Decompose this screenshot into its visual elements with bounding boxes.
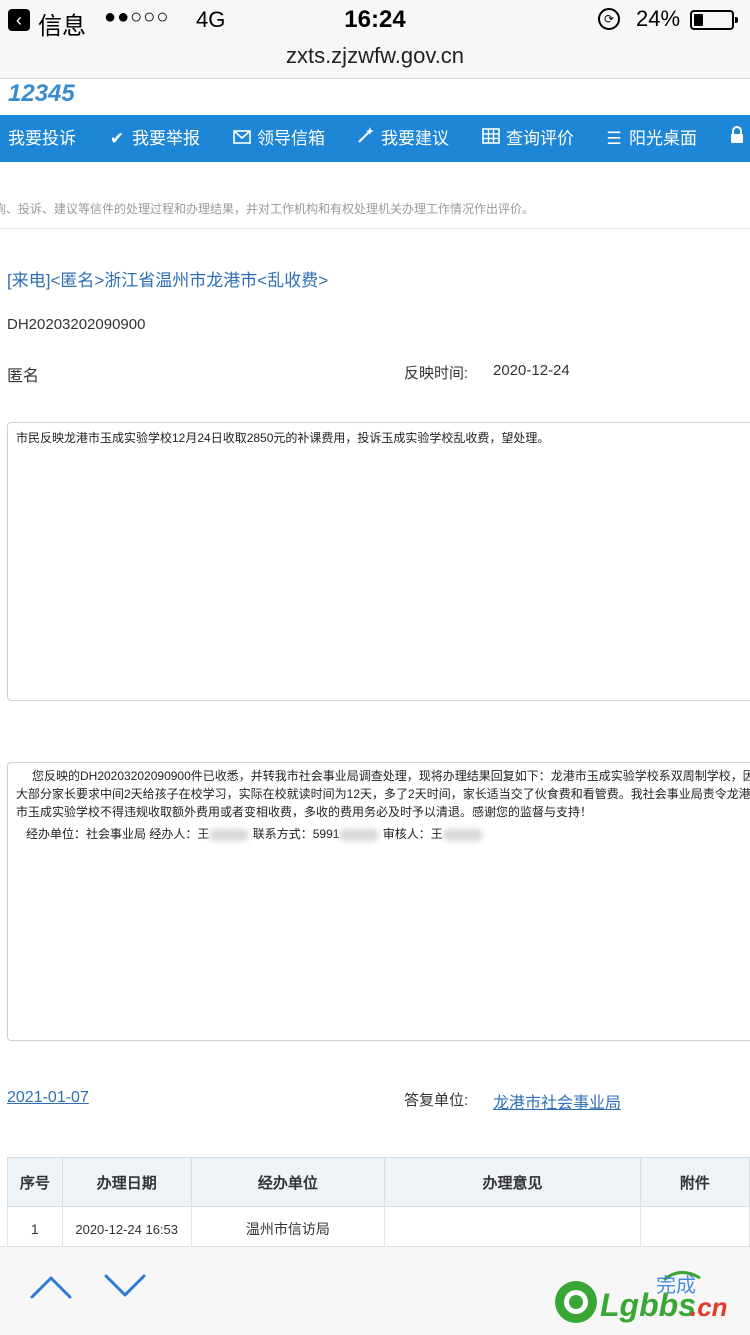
table-header-row: 序号 办理日期 经办单位 办理意见 附件 xyxy=(7,1157,750,1207)
status-bar: ‹ 信息 ●●○○○ 4G 16:24 ⟳ 24% xyxy=(0,0,750,40)
wand-icon xyxy=(355,115,377,162)
report-time-value: 2020-12-24 xyxy=(493,362,570,379)
table-row: 1 2020-12-24 16:53 温州市信访局 xyxy=(7,1206,750,1252)
nav-item-label: 我要建议 xyxy=(381,129,449,148)
nav-item-label: 我要投诉 xyxy=(8,129,76,148)
rotation-lock-icon: ⟳ xyxy=(598,8,620,30)
table-cell-attachment xyxy=(639,1206,750,1252)
reply-content-box: 您反映的DH20203202090900件已收悉，并转我市社会事业局调查处理，现… xyxy=(7,762,750,1041)
reply-date-link[interactable]: 2021-01-07 xyxy=(7,1089,89,1107)
watermark-brand: Lgbbs xyxy=(600,1287,696,1323)
divider xyxy=(0,228,750,229)
redaction-blur xyxy=(442,828,483,841)
nav-item-desktop[interactable]: ☰ 阳光桌面 xyxy=(603,115,697,162)
nav-item-label: 阳光桌面 xyxy=(629,129,697,148)
nav-item-label: 查询评价 xyxy=(506,129,574,148)
processing-table: 序号 办理日期 经办单位 办理意见 附件 1 2020-12-24 16:53 … xyxy=(7,1157,750,1252)
complainant-name: 匿名 xyxy=(7,368,40,385)
table-cell-index: 1 xyxy=(7,1206,63,1252)
column-header-unit: 经办单位 xyxy=(190,1157,386,1207)
nav-item-suggestion[interactable]: 我要建议 xyxy=(355,115,449,162)
lock-icon xyxy=(726,115,748,162)
nav-item-label: 我要举报 xyxy=(132,129,200,148)
battery-fill xyxy=(694,14,703,26)
nav-item-query[interactable]: 查询评价 xyxy=(480,115,574,162)
handler-name: 经办人：王 xyxy=(149,827,210,841)
intro-text: 询、投诉、建议等信件的处理过程和办理结果，并对工作机构和有权处理机关办理工作情况… xyxy=(0,202,535,216)
next-field-chevron-down-icon[interactable] xyxy=(102,1271,148,1306)
case-number: DH20203202090900 xyxy=(7,316,146,333)
watermark-tld: .cn xyxy=(690,1292,728,1322)
battery-icon xyxy=(690,10,738,30)
complaint-content-box: 市民反映龙港市玉成实验学校12月24日收取2850元的补课费用，投诉玉成实验学校… xyxy=(7,422,750,701)
table-cell-date: 2020-12-24 16:53 xyxy=(61,1206,192,1252)
column-header-attachment: 附件 xyxy=(639,1157,750,1207)
site-logo[interactable]: 12345 xyxy=(8,80,75,108)
main-nav: 我要投诉 ✔ 我要举报 领导信箱 我要建议 查询评价 ☰ 阳光桌面 xyxy=(0,115,750,162)
mail-icon xyxy=(231,115,253,162)
table-cell-opinion xyxy=(384,1206,641,1252)
reviewer-name: 审核人：王 xyxy=(382,827,443,841)
nav-item-report[interactable]: ✔ 我要举报 xyxy=(106,115,200,162)
lgbbs-watermark: 完成 Lgbbs .cn xyxy=(552,1266,742,1326)
redaction-blur xyxy=(209,828,250,841)
nav-item-leader-mailbox[interactable]: 领导信箱 xyxy=(231,115,325,162)
grid-icon xyxy=(480,115,502,162)
complaint-text: 市民反映龙港市玉成实验学校12月24日收取2850元的补课费用，投诉玉成实验学校… xyxy=(16,431,550,445)
report-time-label: 反映时间: xyxy=(404,365,469,382)
reply-text: 您反映的DH20203202090900件已收悉，并转我市社会事业局调查处理，现… xyxy=(16,769,750,819)
reply-unit-link[interactable]: 龙港市社会事业局 xyxy=(493,1089,621,1113)
reply-unit-label: 答复单位: xyxy=(404,1092,469,1109)
battery-percent: 24% xyxy=(636,6,681,31)
column-header-index: 序号 xyxy=(7,1157,63,1207)
nav-item-label: 领导信箱 xyxy=(257,129,325,148)
case-title-link[interactable]: [来电]<匿名>浙江省温州市龙港市<乱收费> xyxy=(7,266,328,291)
redaction-blur xyxy=(339,828,380,841)
menu-icon: ☰ xyxy=(606,129,622,148)
nav-item-lock[interactable] xyxy=(726,115,750,162)
nav-item-complaint[interactable]: 我要投诉 xyxy=(8,115,76,162)
column-header-date: 办理日期 xyxy=(61,1157,192,1207)
address-bar[interactable]: zxts.zjzwfw.gov.cn xyxy=(0,40,750,79)
reply-handler-info: 经办单位：社会事业局 经办人：王 联系方式：5991 审核人：王 xyxy=(26,825,750,843)
check-icon: ✔ xyxy=(109,129,125,148)
previous-field-chevron-up-icon[interactable] xyxy=(28,1271,74,1306)
table-cell-unit: 温州市信访局 xyxy=(190,1206,386,1252)
column-header-opinion: 办理意见 xyxy=(384,1157,641,1207)
contact-info: 联系方式：5991 xyxy=(252,827,340,841)
handling-unit: 经办单位：社会事业局 xyxy=(26,827,147,841)
